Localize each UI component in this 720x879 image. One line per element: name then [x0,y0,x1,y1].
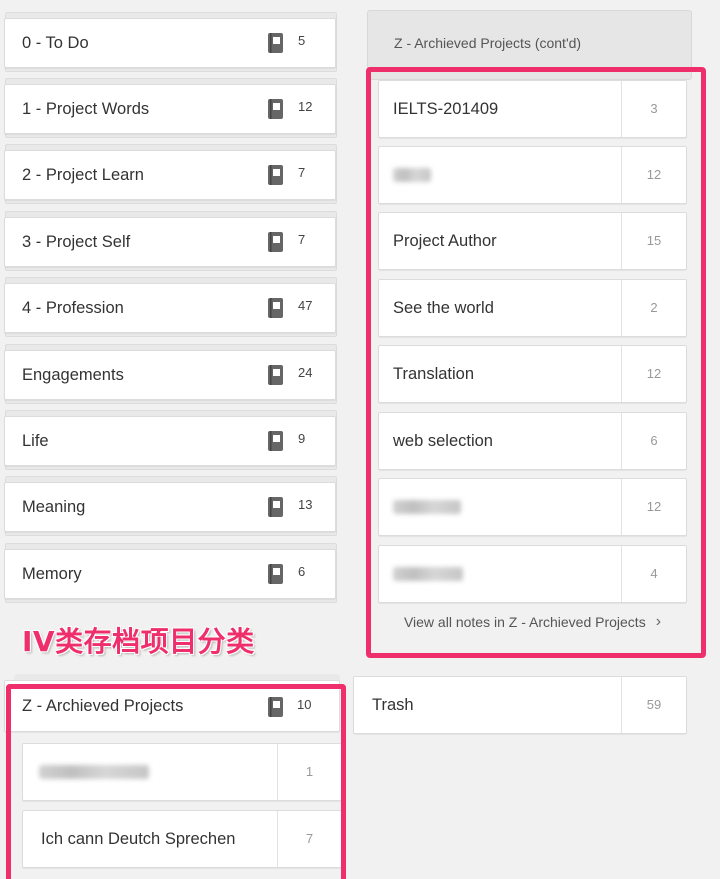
notebook-name: 1 - Project Words [22,99,150,118]
note-count: 24 [298,365,313,380]
notebook-card[interactable]: 3 - Project Self 7 [4,217,336,267]
notebook-icon [268,564,283,584]
note-count: 13 [298,497,313,512]
annotation-highlight-archive [366,67,706,658]
note-count: 9 [298,431,306,446]
notebook-card[interactable]: 1 - Project Words 12 [4,84,336,134]
note-count: 7 [298,232,306,247]
notebook-card[interactable]: 4 - Profession 47 [4,283,336,333]
notebook-name: 0 - To Do [22,33,89,52]
notebook-icon [268,431,283,451]
trash-label: Trash [372,695,414,714]
notebook-card[interactable]: Life 9 [4,416,336,466]
note-count: 6 [298,564,306,579]
note-count: 12 [298,99,313,114]
notebook-name: Memory [22,564,82,583]
annotation-label: IV类存档项目分类 [22,625,255,658]
notebook-name: 2 - Project Learn [22,165,144,184]
notebook-icon [268,99,283,119]
note-count: 59 [621,677,686,733]
notebook-card[interactable]: Engagements 24 [4,350,336,400]
note-count: 5 [298,33,306,48]
note-count: 7 [298,165,306,180]
notebook-name: Meaning [22,497,86,516]
notebook-icon [268,365,283,385]
annotation-highlight-stack [6,684,346,879]
notebook-name: Life [22,431,49,450]
notebook-card[interactable]: 0 - To Do 5 [4,18,336,68]
trash-card[interactable]: Trash 59 [353,676,687,734]
notebook-card[interactable]: Memory 6 [4,549,336,599]
notebook-card[interactable]: 2 - Project Learn 7 [4,150,336,200]
notebook-icon [268,298,283,318]
notebook-name: 3 - Project Self [22,232,131,251]
notebook-name: 4 - Profession [22,298,124,317]
notebook-name: Engagements [22,365,124,384]
notebook-icon [268,497,283,517]
notebook-card[interactable]: Meaning 13 [4,482,336,532]
notebook-icon [268,165,283,185]
notebook-icon [268,33,283,53]
notebook-icon [268,232,283,252]
stack-header-title: Z - Archieved Projects (cont'd) [394,35,582,51]
note-count: 47 [298,298,313,313]
